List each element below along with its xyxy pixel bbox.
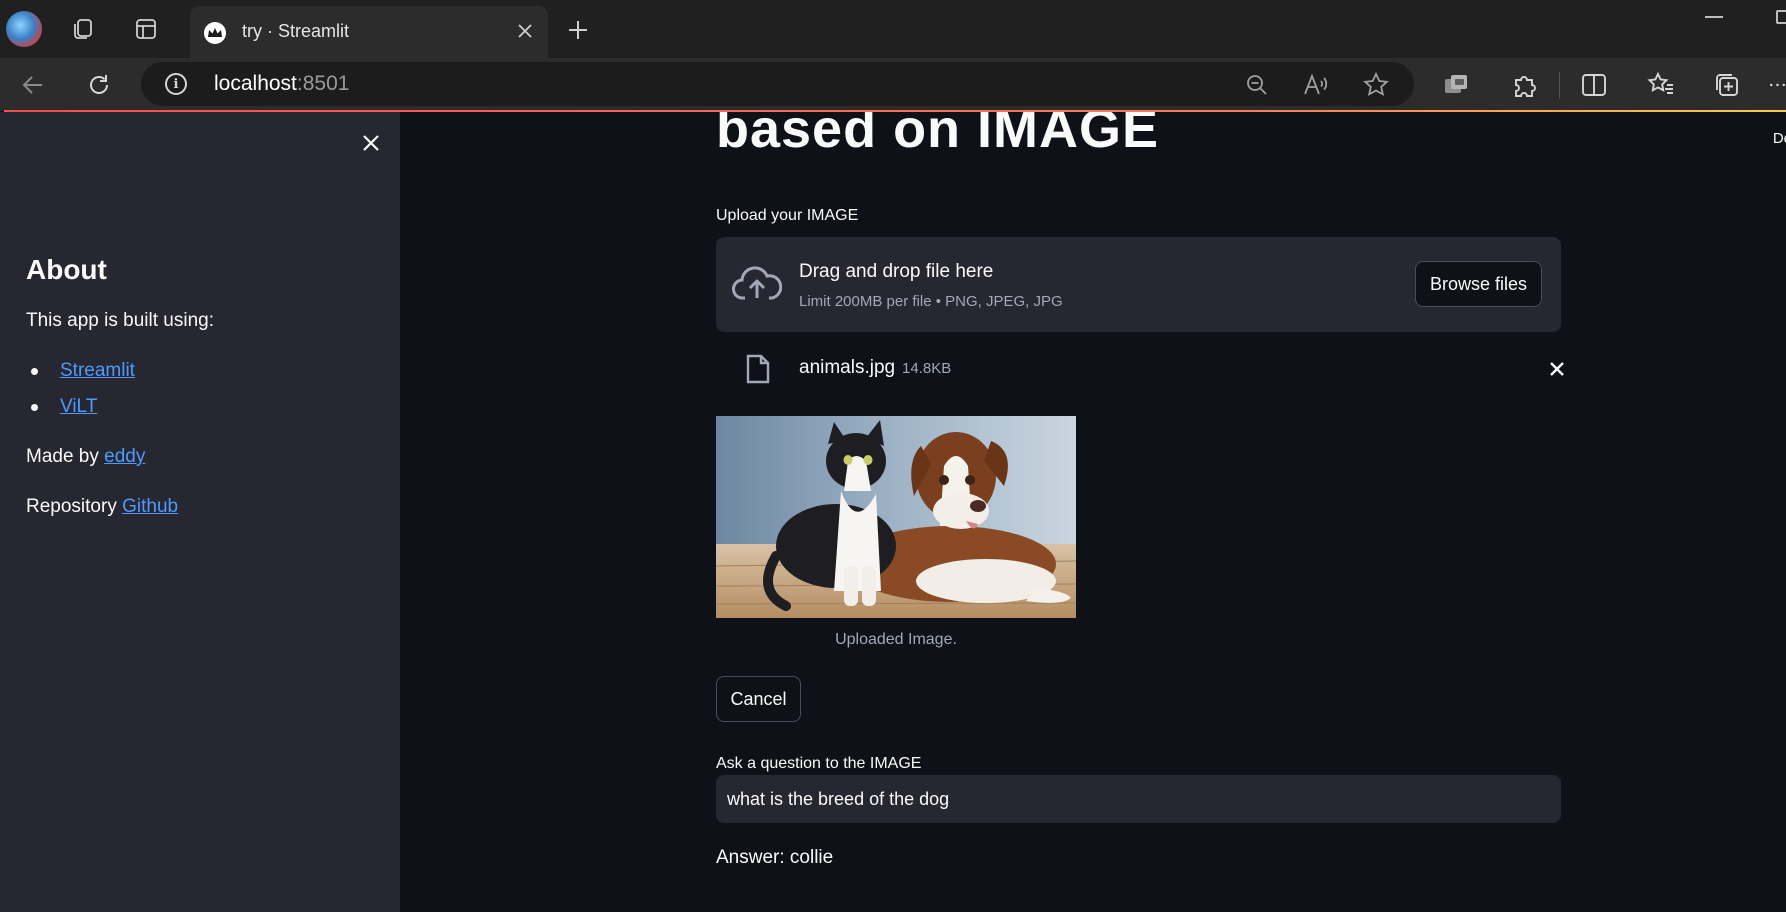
favorite-star-icon[interactable] [1362,71,1390,99]
uploaded-image [716,416,1076,618]
cloud-upload-icon [732,263,783,303]
cancel-button[interactable]: Cancel [716,676,801,722]
sidebar: About This app is built using: Streamlit… [0,112,400,912]
toolbar-divider [1559,72,1560,98]
address-host: localhost [214,72,297,95]
split-screen-icon[interactable] [1578,69,1610,101]
back-arrow-icon[interactable] [16,68,50,102]
collections-extension-icon[interactable] [1441,69,1473,101]
deploy-menu-text[interactable]: De [1773,130,1786,147]
file-name: animals.jpg [799,357,896,378]
github-link[interactable]: Github [122,496,178,517]
streamlit-crown-icon [204,22,226,44]
collections-icon[interactable] [1711,69,1743,101]
file-dropzone[interactable]: Drag and drop file here Limit 200MB per … [716,237,1561,332]
dropzone-limits: Limit 200MB per file • PNG, JPEG, JPG [799,293,1063,310]
main-content: based on IMAGE De Upload your IMAGE Drag… [400,112,1786,912]
repository-line: Repository Github [26,496,178,518]
more-options-icon[interactable] [1769,69,1786,101]
read-aloud-icon[interactable] [1302,71,1330,99]
image-caption: Uploaded Image. [835,631,957,648]
address-bar[interactable]: i localhost:8501 [141,62,1414,106]
extensions-puzzle-icon[interactable] [1508,69,1540,101]
tab-close-icon[interactable] [514,20,536,42]
new-tab-icon[interactable] [562,14,594,46]
file-size: 14.8KB [902,360,952,377]
sidebar-intro: This app is built using: [26,310,214,331]
sidebar-list-item: ViLT [26,396,97,418]
remove-file-icon[interactable] [1546,358,1568,380]
bullet [31,367,38,375]
streamlit-link[interactable]: Streamlit [60,360,135,382]
answer-text: Answer: collie [716,847,834,868]
tab-actions-icon[interactable] [131,14,161,44]
window-restore-icon[interactable] [1776,10,1786,24]
zoom-out-icon[interactable] [1243,71,1271,99]
file-icon [745,354,771,384]
repository-prefix: Repository [26,496,123,517]
sidebar-list-item: Streamlit [26,360,135,382]
browser-tab-bar: try · Streamlit [0,0,1786,58]
vilt-link[interactable]: ViLT [60,396,97,418]
favorites-icon[interactable] [1645,69,1677,101]
question-input[interactable] [716,775,1561,823]
uploaded-file-row: animals.jpg 14.8KB [716,340,1564,396]
window-minimize-icon[interactable] [1705,16,1723,18]
site-info-icon[interactable]: i [165,73,187,95]
sidebar-heading: About [26,254,107,285]
dropzone-instructions: Drag and drop file here [799,261,994,282]
address-port: :8501 [296,72,350,95]
bullet [31,403,38,411]
workspaces-icon[interactable] [68,14,98,44]
made-by-line: Made by eddy [26,446,145,468]
browser-toolbar: i localhost:8501 [0,58,1786,111]
tab-title: try · Streamlit [242,21,350,41]
sidebar-close-icon[interactable] [358,130,384,156]
question-label: Ask a question to the IMAGE [716,755,922,772]
browser-tab-active[interactable]: try · Streamlit [190,6,548,58]
made-by-prefix: Made by [26,446,105,467]
browse-files-button[interactable]: Browse files [1415,261,1542,307]
upload-label: Upload your IMAGE [716,207,859,224]
page-title: based on IMAGE [716,112,1160,159]
author-link[interactable]: eddy [104,446,145,467]
profile-avatar[interactable] [6,11,42,47]
address-url: localhost:8501 [214,72,349,96]
refresh-icon[interactable] [82,68,116,102]
